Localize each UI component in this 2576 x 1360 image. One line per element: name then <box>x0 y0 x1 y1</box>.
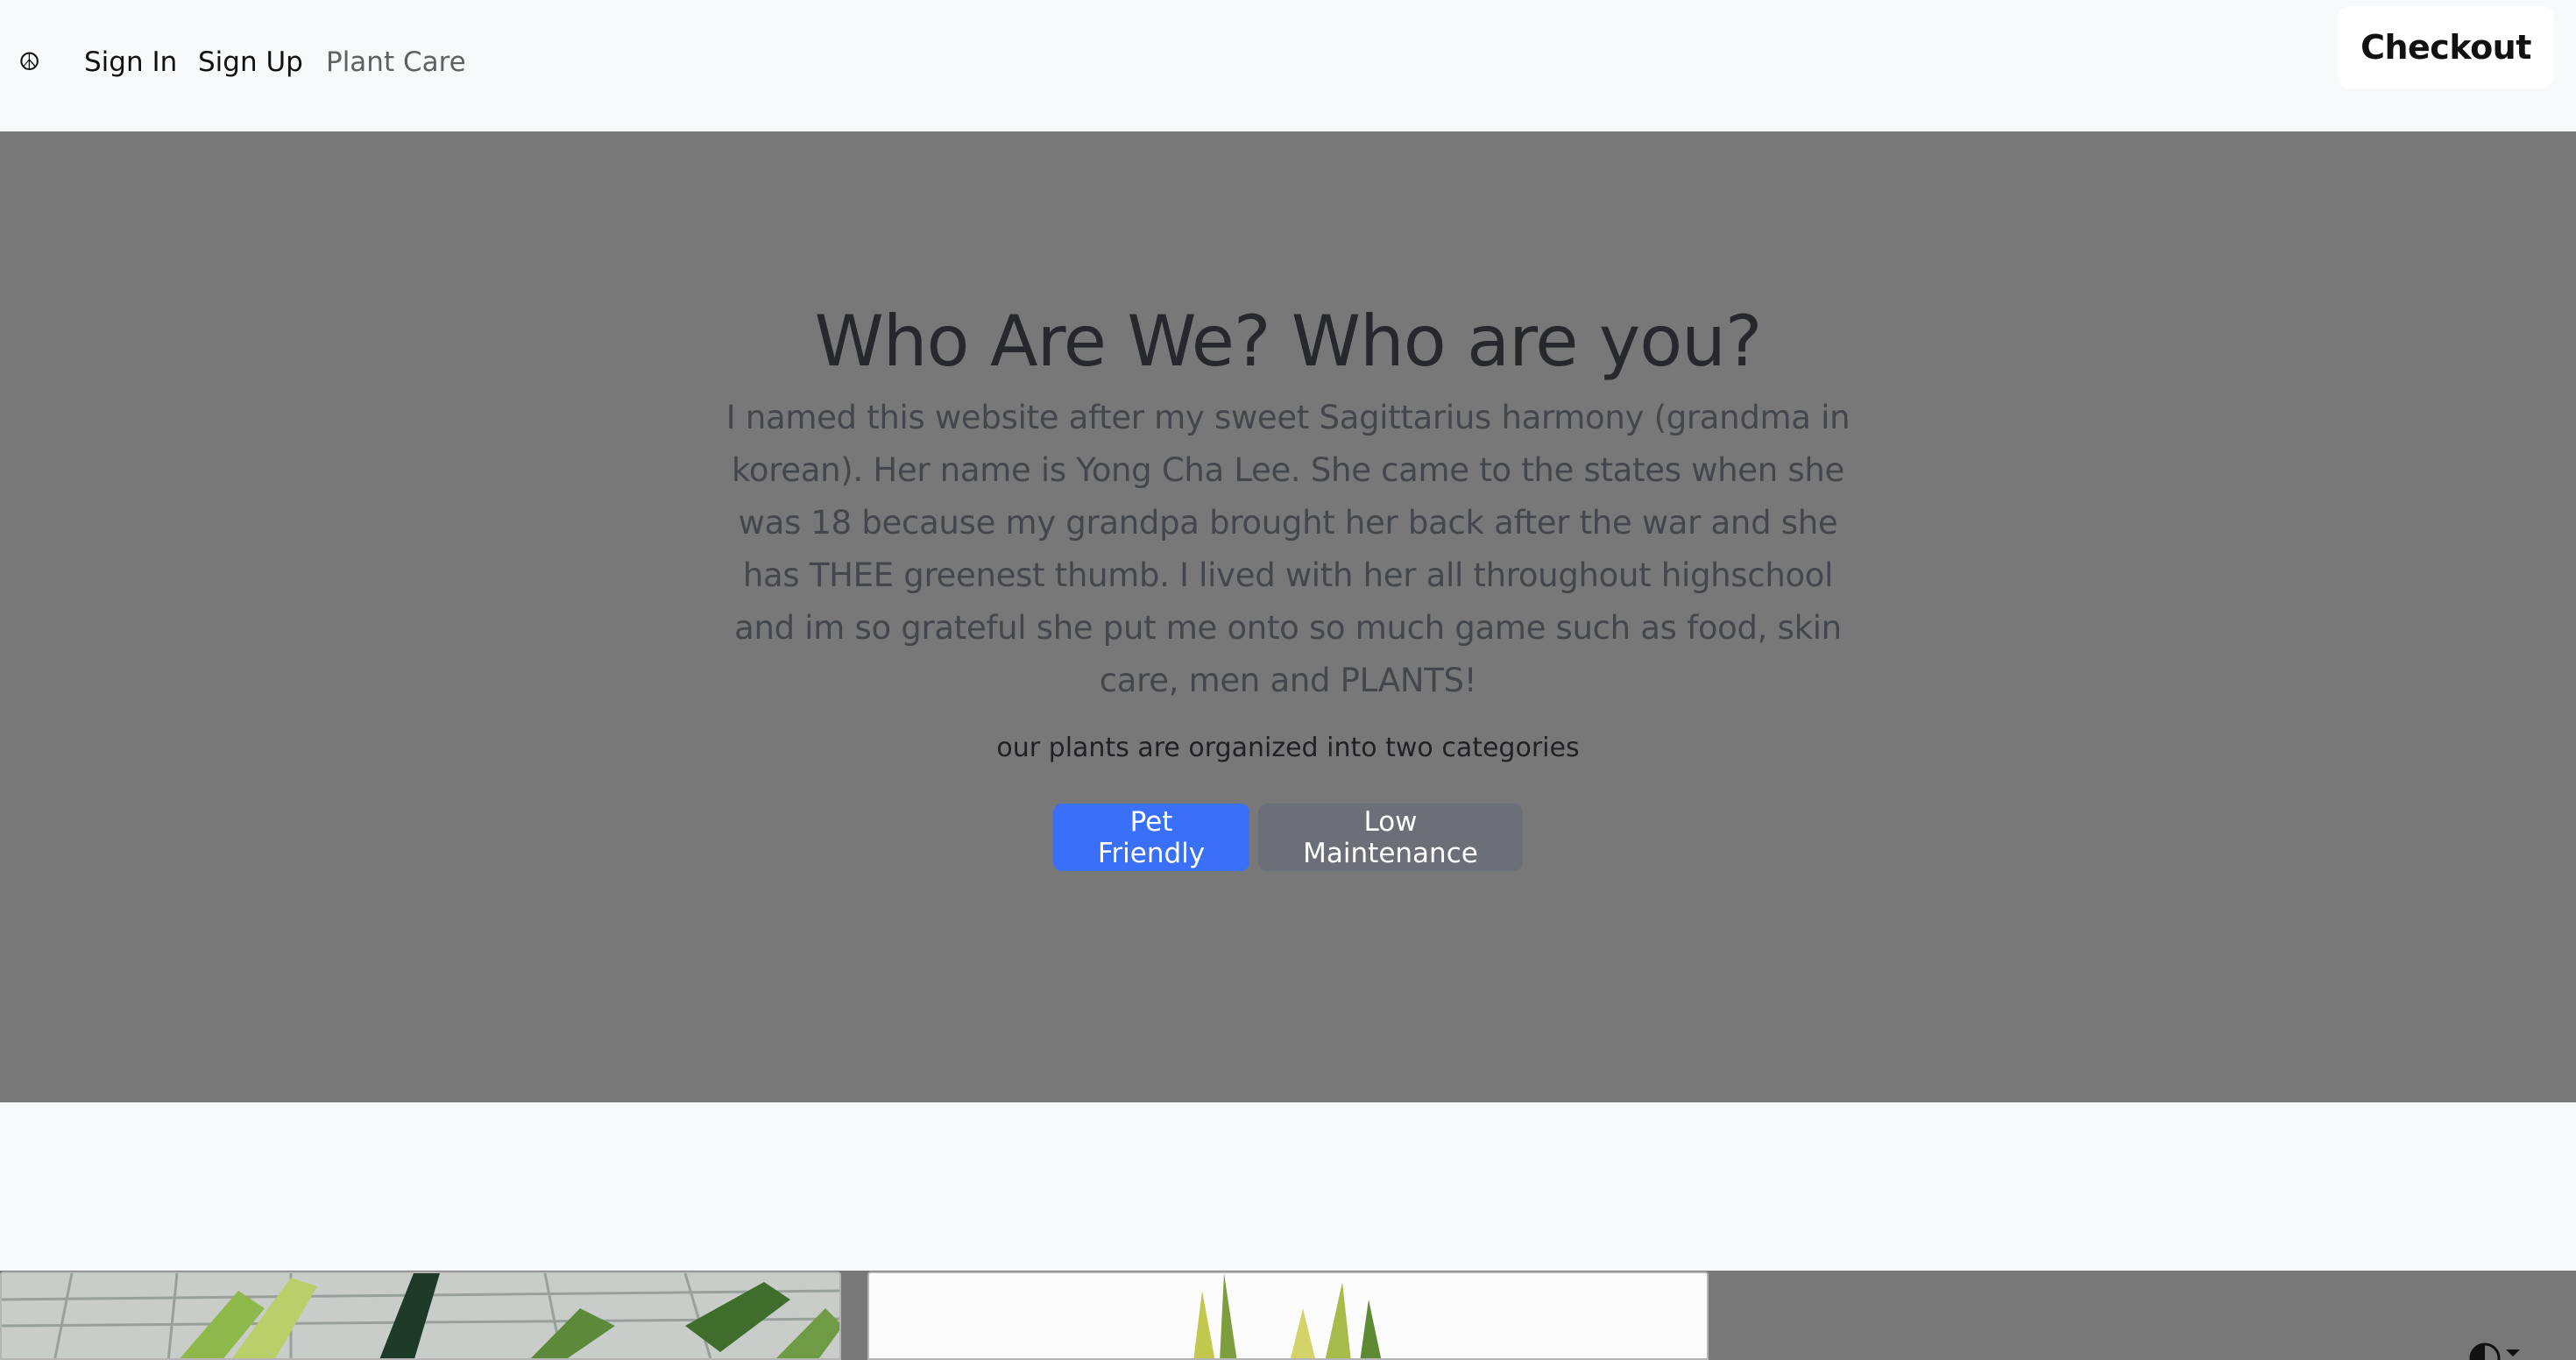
nav-link-sign-in[interactable]: Sign In <box>84 39 177 85</box>
plant-card[interactable] <box>0 1271 841 1360</box>
top-navbar: ☮ Sign In Sign Up Plant Care Checkout <box>0 0 2576 131</box>
hero-title: Who Are We? Who are you? <box>814 301 1763 382</box>
peace-sign-icon[interactable]: ☮ <box>18 49 45 75</box>
plant-photo <box>2 1273 839 1358</box>
category-button-group: Pet Friendly Low Maintenance <box>718 804 1858 871</box>
hero-lead-paragraph: I named this website after my sweet Sagi… <box>725 399 1851 699</box>
hero-content: Who Are We? Who are you? I named this we… <box>718 294 1858 871</box>
hero-categories-text: our plants are organized into two catego… <box>996 733 1580 763</box>
checkout-button[interactable]: Checkout <box>2338 6 2554 89</box>
hero-section: Who Are We? Who are you? I named this we… <box>0 131 2576 1102</box>
low-maintenance-button[interactable]: Low Maintenance <box>1258 804 1523 871</box>
nav-link-plant-care[interactable]: Plant Care <box>326 39 466 85</box>
pet-friendly-button[interactable]: Pet Friendly <box>1053 804 1249 871</box>
plant-card[interactable] <box>867 1271 1709 1360</box>
nav-link-sign-up[interactable]: Sign Up <box>198 39 303 85</box>
plant-photo <box>869 1273 1707 1358</box>
contrast-half-circle-icon[interactable] <box>2469 1342 2522 1360</box>
